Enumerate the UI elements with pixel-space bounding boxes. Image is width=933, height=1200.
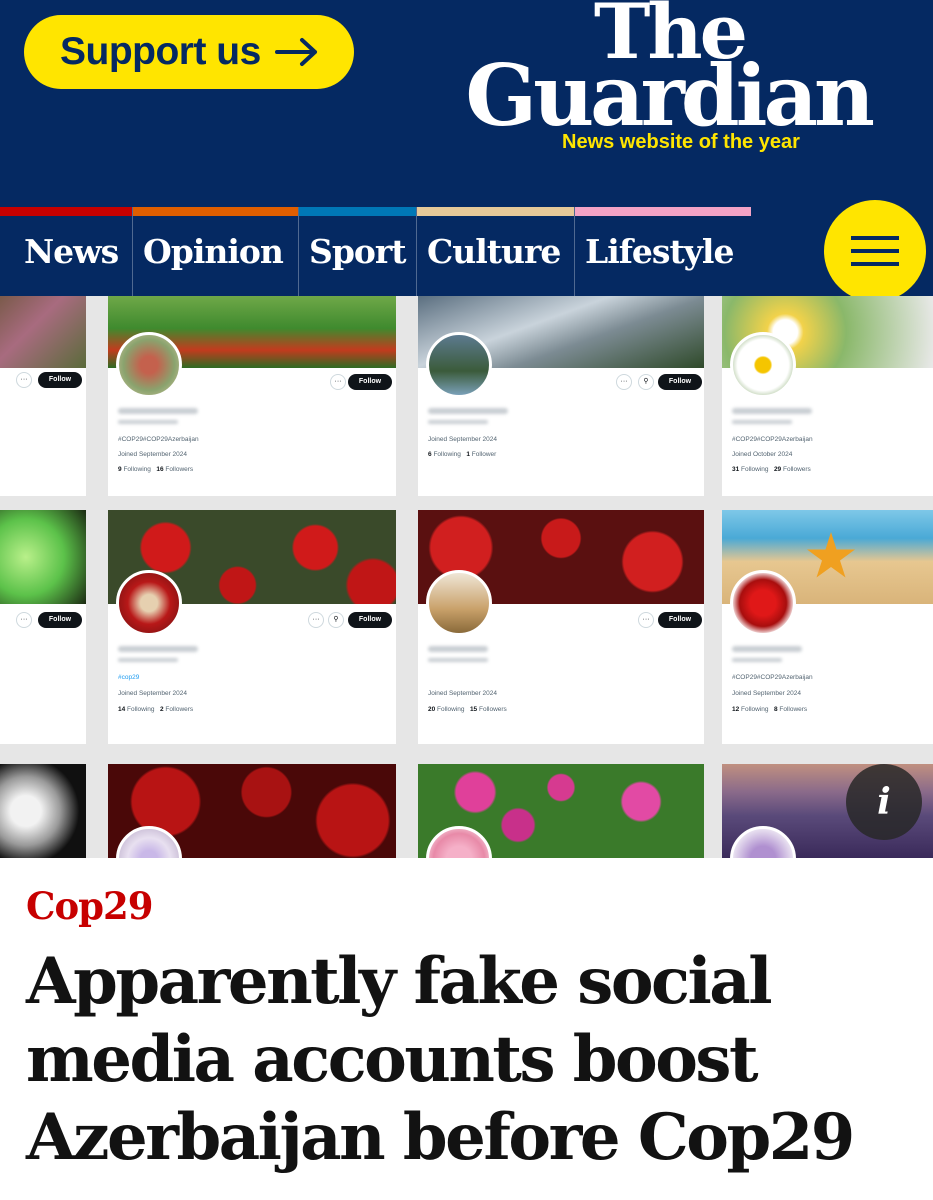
profile-stats: 6 Following 1 Follower <box>428 451 497 458</box>
nav-bar-opinion <box>133 207 298 216</box>
follow-button: Follow <box>348 612 392 628</box>
profile-stats: 12 Following 8 Followers <box>732 706 808 713</box>
primary-nav: News Opinion Sport Culture Lifestyle <box>0 207 933 296</box>
profile-banner <box>418 764 704 858</box>
more-icon: ··· <box>16 612 32 628</box>
follow-button: Follow <box>658 374 702 390</box>
profile-banner <box>108 764 396 858</box>
arrow-right-icon <box>274 37 319 67</box>
nav-bar-sport <box>299 207 416 216</box>
nav-label-sport: Sport <box>309 232 407 271</box>
profile-card-partial: ··· Follow <box>0 510 86 744</box>
profile-bio: #COP29#COP29Azerbaijan <box>732 436 813 443</box>
search-icon: ⚲ <box>328 612 344 628</box>
nav-item-culture[interactable]: Culture <box>417 207 575 296</box>
logo-guardian: Guardian <box>465 46 875 145</box>
nav-label-lifestyle: Lifestyle <box>585 232 734 271</box>
info-icon[interactable]: i <box>846 764 922 840</box>
nav-item-sport[interactable]: Sport <box>299 207 417 296</box>
logo-tagline: News website of the year <box>562 131 800 153</box>
avatar <box>426 332 492 398</box>
profile-card: ··· ⚲ Follow Joined September 2024 6 Fol… <box>418 296 704 496</box>
nav-item-opinion[interactable]: Opinion <box>133 207 299 296</box>
nav-item-news[interactable]: News <box>0 207 133 296</box>
more-icon: ··· <box>16 372 32 388</box>
nav-bar-news <box>0 207 132 216</box>
avatar <box>730 570 796 636</box>
avatar <box>730 332 796 398</box>
avatar <box>426 570 492 636</box>
profile-stats: 31 Following 29 Followers <box>732 466 811 473</box>
support-us-label: Support us <box>60 30 261 73</box>
profile-joined: Joined September 2024 <box>732 690 802 697</box>
profile-joined: Joined October 2024 <box>732 451 793 458</box>
nav-label-news: News <box>24 232 119 271</box>
more-icon: ··· <box>638 612 654 628</box>
profile-bio: #cop29 <box>118 674 140 681</box>
more-icon: ··· <box>308 612 324 628</box>
follow-button: Follow <box>658 612 702 628</box>
profile-banner-partial <box>0 764 86 858</box>
profile-stats: 20 Following 15 Followers <box>428 706 507 713</box>
article-headline: Apparently fake social media accounts bo… <box>26 944 855 1175</box>
profile-card: ··· Follow #COP29#COP29Azerbaijan Joined… <box>108 296 396 496</box>
nav-label-opinion: Opinion <box>143 232 284 271</box>
guardian-logo[interactable]: The Guardian <box>451 0 875 152</box>
more-icon: ··· <box>330 374 346 390</box>
profile-bio: #COP29#COP29Azerbaijan <box>732 674 813 681</box>
nav-item-lifestyle[interactable]: Lifestyle <box>575 207 751 296</box>
support-us-button[interactable]: Support us <box>24 15 354 89</box>
profile-joined: Joined September 2024 <box>118 690 188 697</box>
masthead: Support us The Guardian News website of … <box>0 0 933 207</box>
nav-bar-culture <box>417 207 574 216</box>
profile-card-partial: ··· Follow <box>0 296 86 496</box>
profile-stats: 14 Following 2 Followers <box>118 706 194 713</box>
profile-card: ··· ⚲ Follow #cop29 Joined September 202… <box>108 510 396 744</box>
avatar <box>116 332 182 398</box>
profile-stats: 9 Following 16 Followers <box>118 466 194 473</box>
follow-button: Follow <box>348 374 392 390</box>
avatar <box>116 570 182 636</box>
profile-card: ··· Follow Joined September 2024 20 Foll… <box>418 510 704 744</box>
more-icon: ··· <box>616 374 632 390</box>
nav-label-culture: Culture <box>427 232 561 271</box>
nav-bar-lifestyle <box>575 207 751 216</box>
profile-bio: #COP29#COP29Azerbaijan <box>118 436 199 443</box>
hamburger-menu-icon[interactable] <box>824 200 926 302</box>
search-icon: ⚲ <box>638 374 654 390</box>
follow-button: Follow <box>38 612 82 628</box>
profile-card: #COP29#COP29Azerbaijan Joined September … <box>722 510 933 744</box>
profile-card: #COP29#COP29Azerbaijan Joined October 20… <box>722 296 933 496</box>
profile-joined: Joined September 2024 <box>428 690 498 697</box>
profile-joined: Joined September 2024 <box>428 436 498 443</box>
profile-joined: Joined September 2024 <box>118 451 188 458</box>
hero-image: ··· Follow ··· Follow #COP29#COP29Azerba… <box>0 296 933 858</box>
follow-button: Follow <box>38 372 82 388</box>
article-kicker[interactable]: Cop29 <box>26 884 153 928</box>
